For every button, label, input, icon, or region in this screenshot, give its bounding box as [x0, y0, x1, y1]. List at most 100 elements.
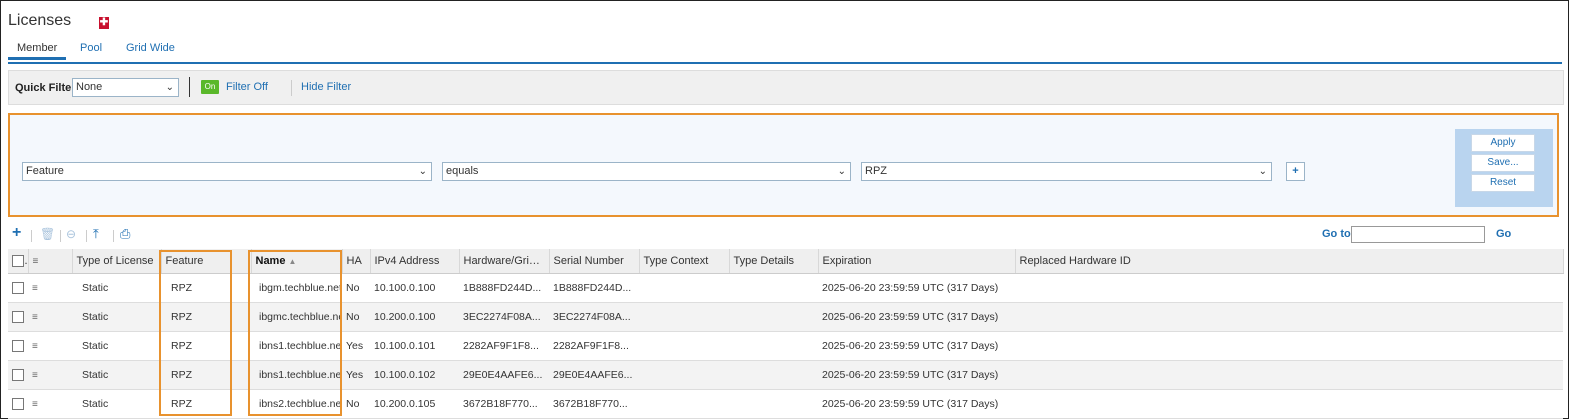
cell-serial: 2282AF9F1F8...: [549, 331, 639, 361]
col-type-of-license[interactable]: Type of License: [72, 249, 162, 274]
cell-ipv4: 10.200.0.105: [370, 389, 459, 419]
row-checkbox[interactable]: [8, 302, 28, 332]
licenses-table: ≡ Type of License Feature Name ▲ HA IPv4…: [8, 249, 1564, 419]
cell-serial: 1B888FD244D...: [549, 273, 639, 303]
cell-ipv4: 10.200.0.100: [370, 302, 459, 332]
sort-asc-icon: ▲: [288, 257, 297, 266]
column-menu-icon[interactable]: ≡: [28, 249, 73, 274]
divider: [86, 230, 87, 242]
export-icon[interactable]: ⤒: [93, 226, 99, 242]
filter-action-panel: Apply Save... Reset: [1455, 129, 1553, 207]
table-row[interactable]: ≡ Static RPZ ibns1.techblue.net Yes 10.100.0.…: [8, 360, 1563, 390]
cell-feature: RPZ: [161, 273, 251, 303]
disable-icon[interactable]: ⊖: [66, 227, 76, 241]
cell-type: Static: [72, 302, 161, 332]
tab-bar: Member Pool Grid Wide: [8, 40, 1562, 64]
cell-type-details: [729, 331, 818, 361]
cell-type-context: [639, 273, 729, 303]
filter-operator-value: equals: [446, 165, 479, 177]
divider: [31, 230, 32, 242]
row-checkbox[interactable]: [8, 389, 28, 419]
row-menu-icon[interactable]: ≡: [28, 331, 72, 361]
col-ipv4[interactable]: IPv4 Address: [370, 249, 460, 274]
goto-input[interactable]: [1351, 226, 1485, 243]
table-row[interactable]: ≡ Static RPZ ibns2.techblue.net No 10.200.0.1…: [8, 389, 1563, 419]
quick-filter-value: None: [76, 81, 103, 93]
save-button[interactable]: Save...: [1471, 154, 1535, 172]
table-row[interactable]: ≡ Static RPZ ibgm.techblue.net No 10.100.0.10…: [8, 273, 1563, 303]
filter-field-select[interactable]: Feature ⌄: [22, 162, 432, 181]
delete-icon[interactable]: 🗑: [40, 227, 55, 241]
chevron-down-icon: ⌄: [165, 82, 174, 93]
reset-button[interactable]: Reset: [1471, 174, 1535, 192]
goto-button[interactable]: Go: [1496, 228, 1511, 240]
cell-type-details: [729, 273, 818, 303]
cell-name: ibns1.techblue.net: [251, 331, 342, 361]
cell-type-context: [639, 331, 729, 361]
filter-state-link[interactable]: Filter Off: [226, 81, 268, 93]
filter-toggle[interactable]: On: [201, 80, 219, 94]
cell-replaced-hw: [1015, 302, 1563, 332]
cell-hardware: 1B888FD244D...: [459, 273, 549, 303]
cell-serial: 29E0E4AAFE6...: [549, 360, 639, 390]
row-menu-icon[interactable]: ≡: [28, 360, 72, 390]
cell-type: Static: [72, 389, 161, 419]
col-type-details[interactable]: Type Details: [729, 249, 819, 274]
col-serial[interactable]: Serial Number: [549, 249, 640, 274]
apply-button[interactable]: Apply: [1471, 134, 1535, 152]
cell-feature: RPZ: [161, 389, 251, 419]
help-icon[interactable]: ✚: [99, 17, 109, 29]
chevron-down-icon: ⌄: [418, 166, 427, 177]
cell-ha: Yes: [342, 360, 370, 390]
table-row[interactable]: ≡ Static RPZ ibns1.techblue.net Yes 10.100.0.…: [8, 331, 1563, 361]
cell-hardware: 3EC2274F08A...: [459, 302, 549, 332]
tab-member[interactable]: Member: [8, 42, 67, 60]
cell-expiration: 2025-06-20 23:59:59 UTC (317 Days): [818, 360, 1015, 390]
table-row[interactable]: ≡ Static RPZ ibgmc.techblue.ne No 10.200.0.10…: [8, 302, 1563, 332]
cell-replaced-hw: [1015, 389, 1563, 419]
filter-value-text: RPZ: [865, 165, 887, 177]
col-hardware[interactable]: Hardware/Grid ...: [459, 249, 550, 274]
cell-type: Static: [72, 331, 161, 361]
col-replaced-hw[interactable]: Replaced Hardware ID: [1015, 249, 1564, 274]
cell-ipv4: 10.100.0.101: [370, 331, 459, 361]
row-menu-icon[interactable]: ≡: [28, 389, 72, 419]
goto-label: Go to: [1322, 228, 1351, 240]
cell-replaced-hw: [1015, 331, 1563, 361]
select-all-checkbox[interactable]: [8, 249, 29, 274]
divider: [291, 80, 292, 96]
row-menu-icon[interactable]: ≡: [28, 302, 72, 332]
cell-type-context: [639, 360, 729, 390]
quick-filter-bar: Quick Filter None ⌄ On Filter Off Hide F…: [8, 70, 1564, 105]
quick-filter-select[interactable]: None ⌄: [72, 78, 179, 97]
add-filter-button[interactable]: +: [1286, 162, 1305, 181]
col-expiration[interactable]: Expiration: [818, 249, 1016, 274]
cell-expiration: 2025-06-20 23:59:59 UTC (317 Days): [818, 273, 1015, 303]
filter-value-select[interactable]: RPZ ⌄: [861, 162, 1272, 181]
add-icon[interactable]: +: [12, 224, 21, 242]
cell-replaced-hw: [1015, 273, 1563, 303]
row-checkbox[interactable]: [8, 273, 28, 303]
row-checkbox[interactable]: [8, 331, 28, 361]
row-checkbox[interactable]: [8, 360, 28, 390]
cell-ipv4: 10.100.0.100: [370, 273, 459, 303]
cell-ha: Yes: [342, 331, 370, 361]
row-menu-icon[interactable]: ≡: [28, 273, 72, 303]
cell-type-details: [729, 302, 818, 332]
divider: [60, 230, 61, 242]
col-name-label: Name: [255, 255, 286, 267]
cell-type: Static: [72, 360, 161, 390]
cell-type: Static: [72, 273, 161, 303]
cell-feature: RPZ: [161, 331, 251, 361]
cell-hardware: 3672B18F770...: [459, 389, 549, 419]
col-name[interactable]: Name ▲: [251, 249, 343, 274]
col-ha[interactable]: HA: [342, 249, 371, 274]
col-feature[interactable]: Feature: [161, 249, 252, 274]
tab-pool[interactable]: Pool: [80, 42, 102, 54]
filter-operator-select[interactable]: equals ⌄: [442, 162, 851, 181]
col-type-context[interactable]: Type Context: [639, 249, 730, 274]
cell-ha: No: [342, 302, 370, 332]
hide-filter-link[interactable]: Hide Filter: [301, 81, 351, 93]
tab-grid-wide[interactable]: Grid Wide: [126, 42, 175, 54]
print-icon[interactable]: ⎙: [120, 226, 130, 242]
